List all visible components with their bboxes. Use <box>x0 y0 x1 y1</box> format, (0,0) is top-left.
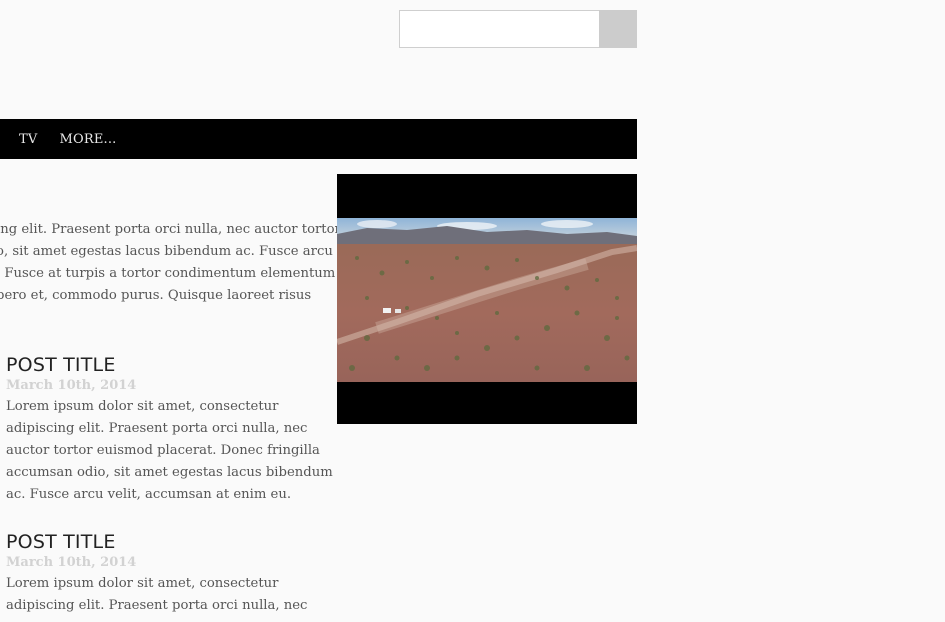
post-excerpt-line: accumsan odio, sit amet egestas lacus bi… <box>6 465 333 480</box>
post-excerpt-line: Lorem ipsum dolor sit amet, consectetur <box>6 399 279 414</box>
video-thumbnail-desert <box>337 218 637 382</box>
post-item: POST TITLE March 10th, 2014 Lorem ipsum … <box>6 353 336 506</box>
post-item: POST TITLE March 10th, 2014 Lorem ipsum … <box>6 530 336 617</box>
main-nav: TV MORE... <box>0 119 637 159</box>
post-excerpt-line: ac. Fusce arcu velit, accumsan at enim e… <box>6 487 292 502</box>
intro-line: bero et, commodo purus. Quisque laoreet … <box>0 288 312 303</box>
post-excerpt-line: adipiscing elit. Praesent porta orci nul… <box>6 598 308 613</box>
search-input[interactable] <box>399 10 599 48</box>
post-excerpt: Lorem ipsum dolor sit amet, consectetur … <box>6 573 336 617</box>
search-button[interactable] <box>599 10 637 48</box>
search-form <box>399 10 637 48</box>
post-excerpt: Lorem ipsum dolor sit amet, consectetur … <box>6 396 336 506</box>
intro-line: o, sit amet egestas lacus bibendum ac. F… <box>0 244 333 259</box>
video-frame[interactable] <box>337 218 637 382</box>
intro-paragraph: ing elit. Praesent porta orci nulla, nec… <box>0 219 337 307</box>
post-excerpt-line: adipiscing elit. Praesent porta orci nul… <box>6 421 308 436</box>
post-title[interactable]: POST TITLE <box>6 353 336 377</box>
intro-line: ing elit. Praesent porta orci nulla, nec… <box>0 222 337 237</box>
post-excerpt-line: Lorem ipsum dolor sit amet, consectetur <box>6 576 279 591</box>
nav-item-more[interactable]: MORE... <box>59 132 116 147</box>
post-date: March 10th, 2014 <box>6 378 137 393</box>
post-title[interactable]: POST TITLE <box>6 530 336 554</box>
video-player[interactable] <box>337 174 637 424</box>
post-excerpt-line: auctor tortor euismod placerat. Donec fr… <box>6 443 320 458</box>
intro-line: . Fusce at turpis a tortor condimentum e… <box>0 266 336 281</box>
post-date: March 10th, 2014 <box>6 555 137 570</box>
nav-item-tv[interactable]: TV <box>19 132 37 147</box>
